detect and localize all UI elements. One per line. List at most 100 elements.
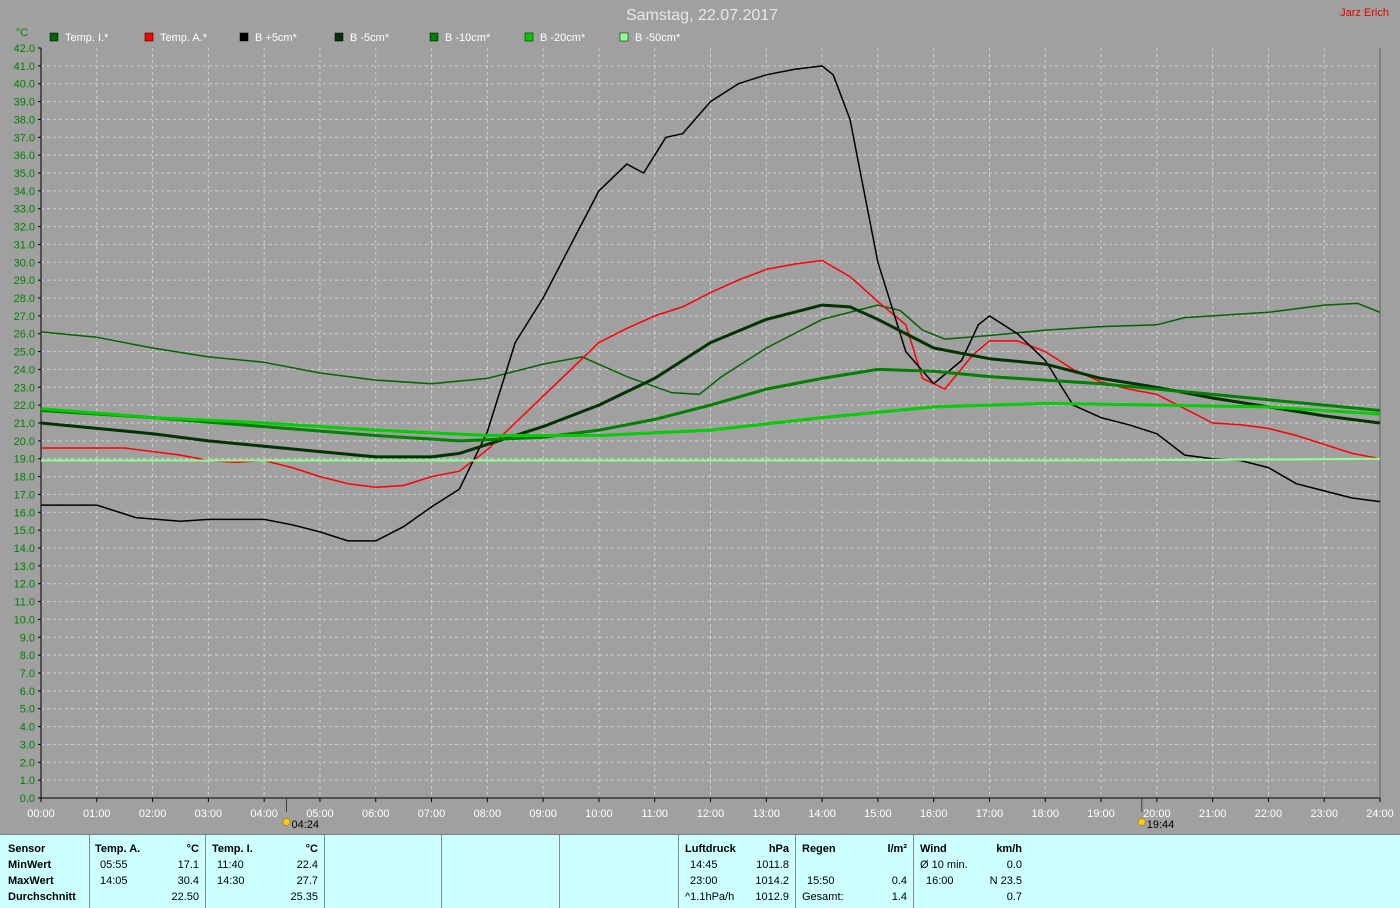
x-tick-label: 10:00 (585, 808, 613, 820)
legend-swatch (524, 32, 534, 42)
x-tick-label: 16:00 (920, 808, 948, 820)
y-tick-label: 13.0 (14, 561, 35, 573)
x-tick-label: 11:00 (641, 808, 668, 820)
x-tick-label: 01:00 (83, 808, 111, 820)
x-tick-label: 22:00 (1255, 808, 1283, 820)
y-tick-label: 12.0 (14, 579, 35, 591)
x-tick-label: 09:00 (529, 808, 557, 820)
y-tick-label: 8.0 (20, 650, 35, 662)
y-tick-label: 30.0 (14, 257, 35, 269)
y-tick-label: 21.0 (14, 418, 35, 430)
wind-avg-label: Ø 10 min. (920, 859, 968, 871)
y-tick-label: 28.0 (14, 293, 35, 305)
x-tick-label: 04:00 (250, 808, 278, 820)
legend: Temp. I.* Temp. A.* B +5cm* B -5cm* B -10cm*… (49, 32, 681, 44)
y-axis-unit: °C (16, 27, 28, 39)
x-tick-label: 00:00 (27, 808, 55, 820)
y-tick-label: 17.0 (14, 489, 35, 501)
y-tick-label: 31.0 (14, 239, 35, 251)
y-tick-label: 38.0 (14, 114, 35, 126)
y-tick-label: 25.0 (14, 347, 35, 359)
temp-i-max-value: 27.7 (296, 875, 318, 887)
x-tick-label: 13:00 (753, 808, 781, 820)
x-tick-label: 06:00 (362, 808, 390, 820)
sunset-icon (1138, 818, 1146, 826)
x-tick-label: 02:00 (139, 808, 167, 820)
stats-rain-column: Regen l/m² 15:50 0.4 Gesamt: 1.4 (796, 835, 914, 908)
y-tick-label: 23.0 (14, 382, 35, 394)
stats-pressure-column: Luftdruck hPa 14:45 1011.8 23:00 1014.2 … (679, 835, 796, 908)
pressure-title: Luftdruck (685, 843, 736, 855)
avg-row-label: Durchschnitt (8, 891, 76, 903)
temp-a-unit: °C (186, 843, 199, 855)
y-tick-label: 35.0 (14, 168, 35, 180)
y-tick-label: 32.0 (14, 222, 35, 234)
y-tick-label: 33.0 (14, 204, 35, 216)
x-tick-label: 17:00 (976, 808, 1004, 820)
legend-swatch (239, 32, 249, 42)
stats-temp-a-column: Temp. A. °C 05:55 17.1 14:05 30.4 22.50 (90, 835, 206, 908)
y-tick-label: 26.0 (14, 329, 35, 341)
stats-sensor-column: Sensor MinWert MaxWert Durchschnitt (0, 835, 90, 908)
stats-empty-column-3 (560, 835, 679, 908)
x-tick-labels: 00:00 01:00 02:00 03:00 04:00 05:00 06:00 07:00… (27, 798, 1394, 820)
y-tick-label: 16.0 (14, 507, 35, 519)
y-tick-label: 24.0 (14, 364, 35, 376)
temp-i-min-time: 11:40 (217, 859, 244, 871)
sunrise-icon (282, 818, 291, 826)
temp-i-average: 25.35 (290, 891, 318, 903)
y-tick-label: 5.0 (20, 704, 35, 716)
legend-label: B -20cm* (540, 32, 586, 44)
temp-i-title: Temp. I. (212, 843, 253, 855)
rain-total-label: Gesamt: (802, 891, 844, 903)
y-tick-label: 18.0 (14, 472, 35, 484)
sun-event-label: 04:24 (291, 819, 319, 831)
y-tick-label: 6.0 (20, 686, 35, 698)
pressure-trend: ^1.1hPa/h (685, 891, 735, 903)
y-tick-label: 39.0 (14, 97, 35, 109)
y-tick-label: 3.0 (20, 739, 35, 751)
rain-total: 1.4 (891, 891, 907, 903)
stats-temp-i-column: Temp. I. °C 11:40 22.4 14:30 27.7 25.35 (206, 835, 325, 908)
min-row-label: MinWert (8, 859, 52, 871)
legend-swatch (619, 32, 629, 42)
legend-label: Temp. A.* (160, 32, 208, 44)
y-tick-label: 27.0 (14, 311, 35, 323)
rain-title: Regen (802, 843, 836, 855)
x-tick-label: 08:00 (474, 808, 502, 820)
y-tick-label: 9.0 (20, 632, 35, 644)
y-tick-label: 36.0 (14, 150, 35, 162)
y-tick-label: 22.0 (14, 400, 35, 412)
legend-swatch (144, 32, 154, 42)
pressure-max-time: 23:00 (690, 875, 718, 887)
y-tick-label: 37.0 (14, 132, 35, 144)
wind-avg-value: 0.0 (1006, 859, 1022, 871)
legend-label: B +5cm* (255, 32, 298, 44)
chart: Samstag, 22.07.2017 Jarz Erich °C Temp. … (14, 7, 1394, 831)
x-tick-label: 21:00 (1199, 808, 1227, 820)
pressure-min-time: 14:45 (690, 859, 718, 871)
temp-i-unit: °C (305, 843, 318, 855)
rain-time: 15:50 (807, 875, 835, 887)
max-row-label: MaxWert (8, 875, 54, 887)
x-tick-label: 19:00 (1087, 808, 1115, 820)
temp-i-max-time: 14:30 (217, 875, 245, 887)
y-tick-label: 34.0 (14, 186, 35, 198)
y-tick-label: 19.0 (14, 454, 35, 466)
sensor-header: Sensor (8, 843, 46, 855)
temp-a-min-time: 05:55 (100, 859, 128, 871)
legend-swatch (49, 32, 59, 42)
pressure-unit: hPa (768, 843, 789, 855)
stats-empty-column-2 (442, 835, 560, 908)
wind-title: Wind (920, 843, 947, 855)
author-label: Jarz Erich (1340, 7, 1389, 19)
x-tick-label: 24:00 (1366, 808, 1394, 820)
x-tick-label: 15:00 (864, 808, 892, 820)
y-tick-label: 41.0 (14, 61, 35, 73)
y-tick-label: 10.0 (14, 614, 35, 626)
y-tick-label: 40.0 (14, 79, 35, 91)
temp-i-min-value: 22.4 (296, 859, 318, 871)
legend-swatch (429, 32, 439, 42)
y-tick-label: 42.0 (14, 43, 35, 55)
temp-a-min-value: 17.1 (177, 859, 199, 871)
